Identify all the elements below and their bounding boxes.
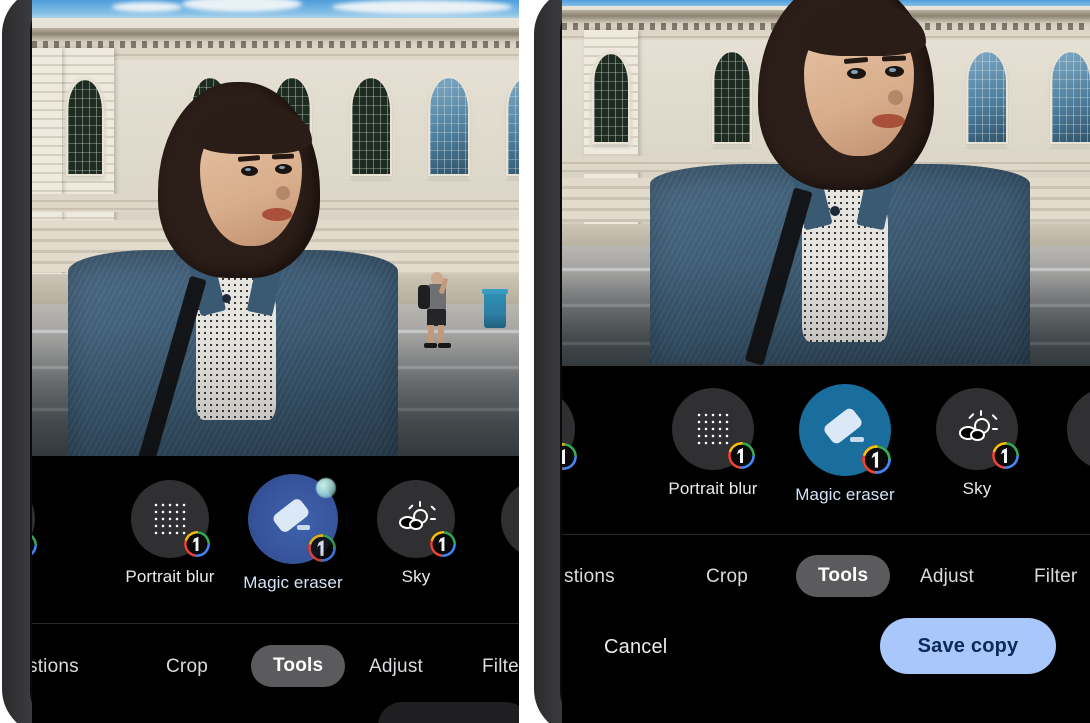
editor-panel-left: light Portrait blur	[32, 456, 520, 723]
tool-circle	[799, 384, 891, 476]
tool-portrait-blur[interactable]: Portrait blur	[102, 480, 238, 587]
tool-portrait-light[interactable]: light	[562, 388, 602, 499]
tool-circle	[131, 480, 210, 558]
tool-magic-eraser[interactable]: Magic eraser	[225, 474, 361, 593]
google-ai-badge	[308, 534, 336, 562]
tool-label: light	[562, 479, 602, 499]
save-copy-button-partial[interactable]	[378, 702, 520, 723]
tool-sky[interactable]: Sky	[909, 388, 1045, 499]
tool-label: Sky	[962, 479, 992, 498]
tool-label: Colo	[1040, 479, 1090, 499]
tap-ripple-indicator	[316, 478, 336, 498]
phone-right-after: light Portrait blur	[528, 0, 1090, 723]
eraser-icon	[271, 496, 315, 539]
trash-bin-lid	[482, 289, 508, 294]
panel-divider	[32, 623, 520, 624]
nav-tabs-left: stions Crop Tools Adjust Filter	[32, 634, 520, 704]
tool-label: Magic eraser	[795, 485, 895, 504]
tab-suggestions[interactable]: stions	[32, 656, 79, 678]
portrait-light-icon	[32, 480, 37, 558]
google-ai-badge	[562, 443, 577, 470]
tool-label: Portrait blur	[125, 567, 215, 586]
tool-circle	[936, 388, 1019, 470]
editor-panel-right: light Portrait blur	[562, 366, 1090, 723]
tool-circle	[248, 474, 338, 564]
photo-preview-after[interactable]	[562, 0, 1090, 366]
tab-crop[interactable]: Crop	[706, 566, 748, 588]
portrait-light-icon	[562, 388, 577, 470]
tool-label: Sky	[401, 567, 431, 586]
sun-cloud-icon	[957, 410, 998, 448]
tool-label: Magic eraser	[243, 573, 343, 592]
tool-circle	[377, 480, 456, 558]
tab-adjust[interactable]: Adjust	[369, 656, 423, 678]
google-ai-badge	[32, 532, 37, 558]
tool-magic-eraser[interactable]: Magic eraser	[777, 384, 913, 505]
phone-screen-right: light Portrait blur	[562, 0, 1090, 723]
tab-suggestions[interactable]: stions	[564, 566, 615, 588]
photo-subject-woman	[68, 82, 434, 456]
color-focus-icon	[501, 480, 520, 558]
tool-color-focus[interactable]: Colo	[472, 480, 520, 587]
google-ai-badge	[992, 442, 1019, 469]
tool-label: light	[32, 567, 64, 587]
google-ai-badge	[862, 445, 891, 474]
sun-cloud-icon	[397, 501, 436, 537]
tab-filter[interactable]: Filter	[1034, 566, 1077, 588]
tool-strip-left: light Portrait blur	[32, 474, 520, 610]
google-ai-badge	[184, 531, 210, 557]
trash-bin-distraction	[484, 292, 506, 328]
panel-divider	[562, 534, 1090, 535]
action-bar-right: Cancel Save copy	[562, 618, 1090, 698]
tool-circle	[672, 388, 755, 470]
tool-label: Colo	[472, 567, 520, 587]
tool-color-focus[interactable]: Colo	[1040, 388, 1090, 499]
color-focus-icon	[1067, 388, 1090, 470]
tool-portrait-light[interactable]: light	[32, 480, 64, 587]
tab-filter[interactable]: Filter	[482, 656, 520, 678]
phone-screen-left: light Portrait blur	[32, 0, 520, 723]
tool-strip-right: light Portrait blur	[562, 384, 1090, 518]
tool-label: Portrait blur	[668, 479, 758, 498]
dot-grid-icon	[695, 411, 731, 447]
screenshot-stage: light Portrait blur	[0, 0, 1090, 723]
tab-tools[interactable]: Tools	[251, 645, 346, 687]
tab-tools[interactable]: Tools	[796, 555, 891, 597]
tab-crop[interactable]: Crop	[166, 656, 208, 678]
save-copy-button[interactable]: Save copy	[880, 618, 1056, 674]
cancel-button[interactable]: Cancel	[604, 636, 667, 659]
dot-grid-icon	[153, 502, 187, 536]
photo-subject-woman	[650, 0, 1062, 366]
nav-tabs-right: stions Crop Tools Adjust Filter	[562, 544, 1090, 614]
tool-portrait-blur[interactable]: Portrait blur	[645, 388, 781, 499]
photo-preview-before[interactable]	[32, 0, 520, 456]
google-ai-badge	[430, 531, 456, 557]
google-ai-badge	[728, 442, 755, 469]
tab-adjust[interactable]: Adjust	[920, 566, 974, 588]
eraser-icon	[822, 406, 868, 451]
phone-left-before: light Portrait blur	[0, 0, 520, 723]
tool-sky[interactable]: Sky	[348, 480, 484, 587]
